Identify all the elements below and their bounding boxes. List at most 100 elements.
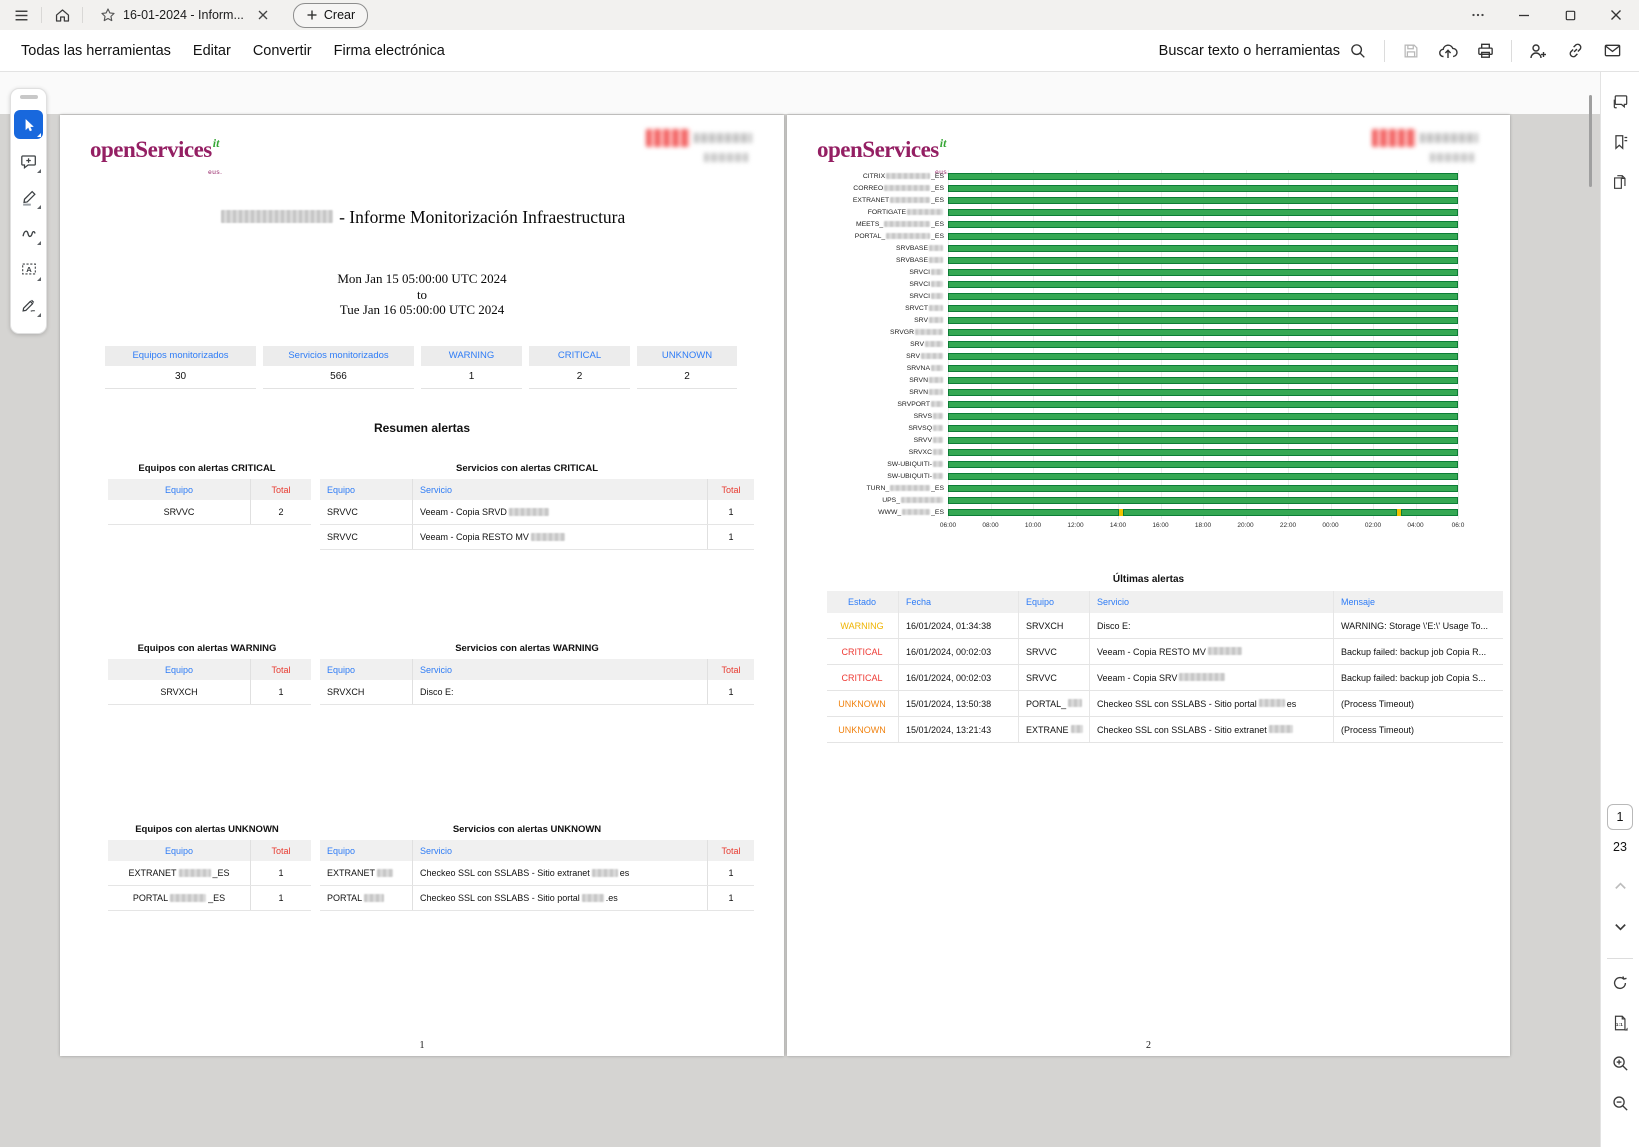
table-row: SRVVC2: [108, 500, 311, 525]
chart-row: SRVCT: [787, 302, 1462, 314]
column-header: Total: [708, 479, 755, 500]
column-header: Equipo: [108, 840, 251, 861]
minimize-icon[interactable]: [1501, 0, 1547, 30]
highlight-tool-button[interactable]: [14, 182, 43, 211]
text-select-tool-button[interactable]: A: [14, 254, 43, 283]
redacted-text: [884, 185, 930, 191]
ok-segment: [948, 221, 1458, 228]
tab-title: 16-01-2024 - Inform...: [123, 8, 244, 22]
title-bar: 16-01-2024 - Inform... Crear: [0, 0, 1639, 30]
equipos-table-title: Equipos con alertas WARNING: [108, 643, 306, 654]
availability-bar: [948, 413, 1458, 420]
hamburger-menu-icon[interactable]: [6, 2, 36, 28]
search-control[interactable]: Buscar texto o herramientas: [1151, 42, 1375, 60]
vertical-scrollbar[interactable]: [1589, 95, 1592, 187]
home-icon[interactable]: [47, 2, 77, 28]
zoom-out-icon[interactable]: [1606, 1089, 1634, 1117]
x-axis-tick: 08:00: [982, 522, 998, 529]
sign-tool-button[interactable]: [14, 290, 43, 319]
bookmarks-icon[interactable]: [1606, 128, 1634, 156]
chart-row: SRV: [787, 338, 1462, 350]
menu-todas-las-herramientas[interactable]: Todas las herramientas: [10, 30, 182, 72]
draw-tool-button[interactable]: [14, 218, 43, 247]
more-options-icon[interactable]: [1455, 0, 1501, 30]
availability-bar: [948, 269, 1458, 276]
table-cell: 1: [708, 525, 755, 550]
document-tab[interactable]: 16-01-2024 - Inform...: [88, 0, 281, 30]
alert-message: WARNING: Storage \'E:\' Usage To...: [1334, 613, 1504, 639]
brand-name: openServices: [90, 137, 212, 162]
availability-bar: [948, 401, 1458, 408]
document-canvas: openServicesit eus. - Informe Monitoriza…: [0, 72, 1600, 1147]
alert-status: WARNING: [827, 613, 899, 639]
x-axis-tick: 14:00: [1110, 522, 1126, 529]
ok-segment: [948, 437, 1458, 444]
add-person-icon[interactable]: [1521, 35, 1555, 67]
link-icon[interactable]: [1558, 35, 1592, 67]
previous-page-chevron-up-icon[interactable]: [1606, 872, 1634, 900]
table-row: EXTRANETCheckeo SSL con SSLABS - Sitio e…: [320, 861, 754, 886]
select-tool-button[interactable]: [14, 110, 43, 139]
zoom-in-icon[interactable]: [1606, 1049, 1634, 1077]
redacted-text: [377, 869, 393, 877]
chart-row: SRVXC: [787, 446, 1462, 458]
summary-card-value: 1: [421, 366, 522, 389]
crear-label: Crear: [324, 8, 355, 22]
menu-editar[interactable]: Editar: [182, 30, 242, 72]
report-table: EquipoServicioTotalSRVXCHDisco E:1: [320, 659, 754, 705]
save-icon[interactable]: [1394, 35, 1428, 67]
availability-bar: [948, 209, 1458, 216]
add-comment-tool-button[interactable]: [14, 146, 43, 175]
chart-row: SRVPORT: [787, 398, 1462, 410]
summary-card-value: 2: [637, 366, 737, 389]
host-label: EXTRANET_ES: [787, 197, 948, 204]
alert-status: UNKNOWN: [827, 691, 899, 717]
comments-panel-icon[interactable]: [1606, 88, 1634, 116]
close-window-icon[interactable]: [1593, 0, 1639, 30]
equipos-table-title: Equipos con alertas UNKNOWN: [108, 824, 306, 835]
ok-segment: [1401, 509, 1458, 516]
alert-message: Backup failed: backup job Copia R...: [1334, 639, 1504, 665]
page-number-input[interactable]: 1: [1607, 804, 1633, 830]
availability-bar: [948, 341, 1458, 348]
favorite-star-icon[interactable]: [100, 7, 116, 23]
actual-size-icon[interactable]: 1:1: [1606, 1009, 1634, 1037]
table-cell: 1: [251, 861, 312, 886]
maximize-icon[interactable]: [1547, 0, 1593, 30]
tab-close-icon[interactable]: [257, 9, 269, 21]
servicios-table-title: Servicios con alertas WARNING: [320, 643, 734, 654]
availability-chart: CITRIX_ESCORREO_ESEXTRANET_ESFORTIGATEME…: [787, 170, 1462, 520]
menu-firma-electronica[interactable]: Firma electrónica: [323, 30, 456, 72]
redacted-text: [915, 329, 943, 335]
page-thumbnails-icon[interactable]: [1606, 168, 1634, 196]
column-header: Total: [708, 840, 755, 861]
ultimas-alertas-title: Últimas alertas: [787, 574, 1510, 585]
table-row: EXTRANET_ES1: [108, 861, 311, 886]
email-icon[interactable]: [1595, 35, 1629, 67]
print-icon[interactable]: [1468, 35, 1502, 67]
availability-bar: [948, 221, 1458, 228]
alert-row: WARNING16/01/2024, 01:34:38SRVXCHDisco E…: [827, 613, 1503, 639]
host-label: TURN__ES: [787, 485, 948, 492]
table-cell: SRVXCH: [108, 680, 251, 705]
redacted-text: [364, 894, 384, 902]
redacted-text: [886, 233, 930, 239]
alert-status: UNKNOWN: [827, 717, 899, 743]
alert-service: Veeam - Copia SRV: [1090, 665, 1334, 691]
ok-segment: [948, 173, 1458, 180]
host-label: WWW__ES: [787, 509, 948, 516]
host-label: CORREO_ES: [787, 185, 948, 192]
crear-button[interactable]: Crear: [293, 3, 368, 28]
redacted-text: [933, 425, 943, 431]
redacted-text: [933, 461, 943, 467]
alert-service: Checkeo SSL con SSLABS - Sitio extranet: [1090, 717, 1334, 743]
table-row: SRVXCHDisco E:1: [320, 680, 754, 705]
rotate-refresh-icon[interactable]: [1606, 969, 1634, 997]
next-page-chevron-down-icon[interactable]: [1606, 912, 1634, 940]
menu-convertir[interactable]: Convertir: [242, 30, 323, 72]
palette-drag-handle[interactable]: [20, 95, 38, 99]
alert-date: 16/01/2024, 01:34:38: [899, 613, 1019, 639]
cloud-upload-icon[interactable]: [1431, 35, 1465, 67]
chart-row: EXTRANET_ES: [787, 194, 1462, 206]
alert-host: EXTRANE: [1019, 717, 1090, 743]
